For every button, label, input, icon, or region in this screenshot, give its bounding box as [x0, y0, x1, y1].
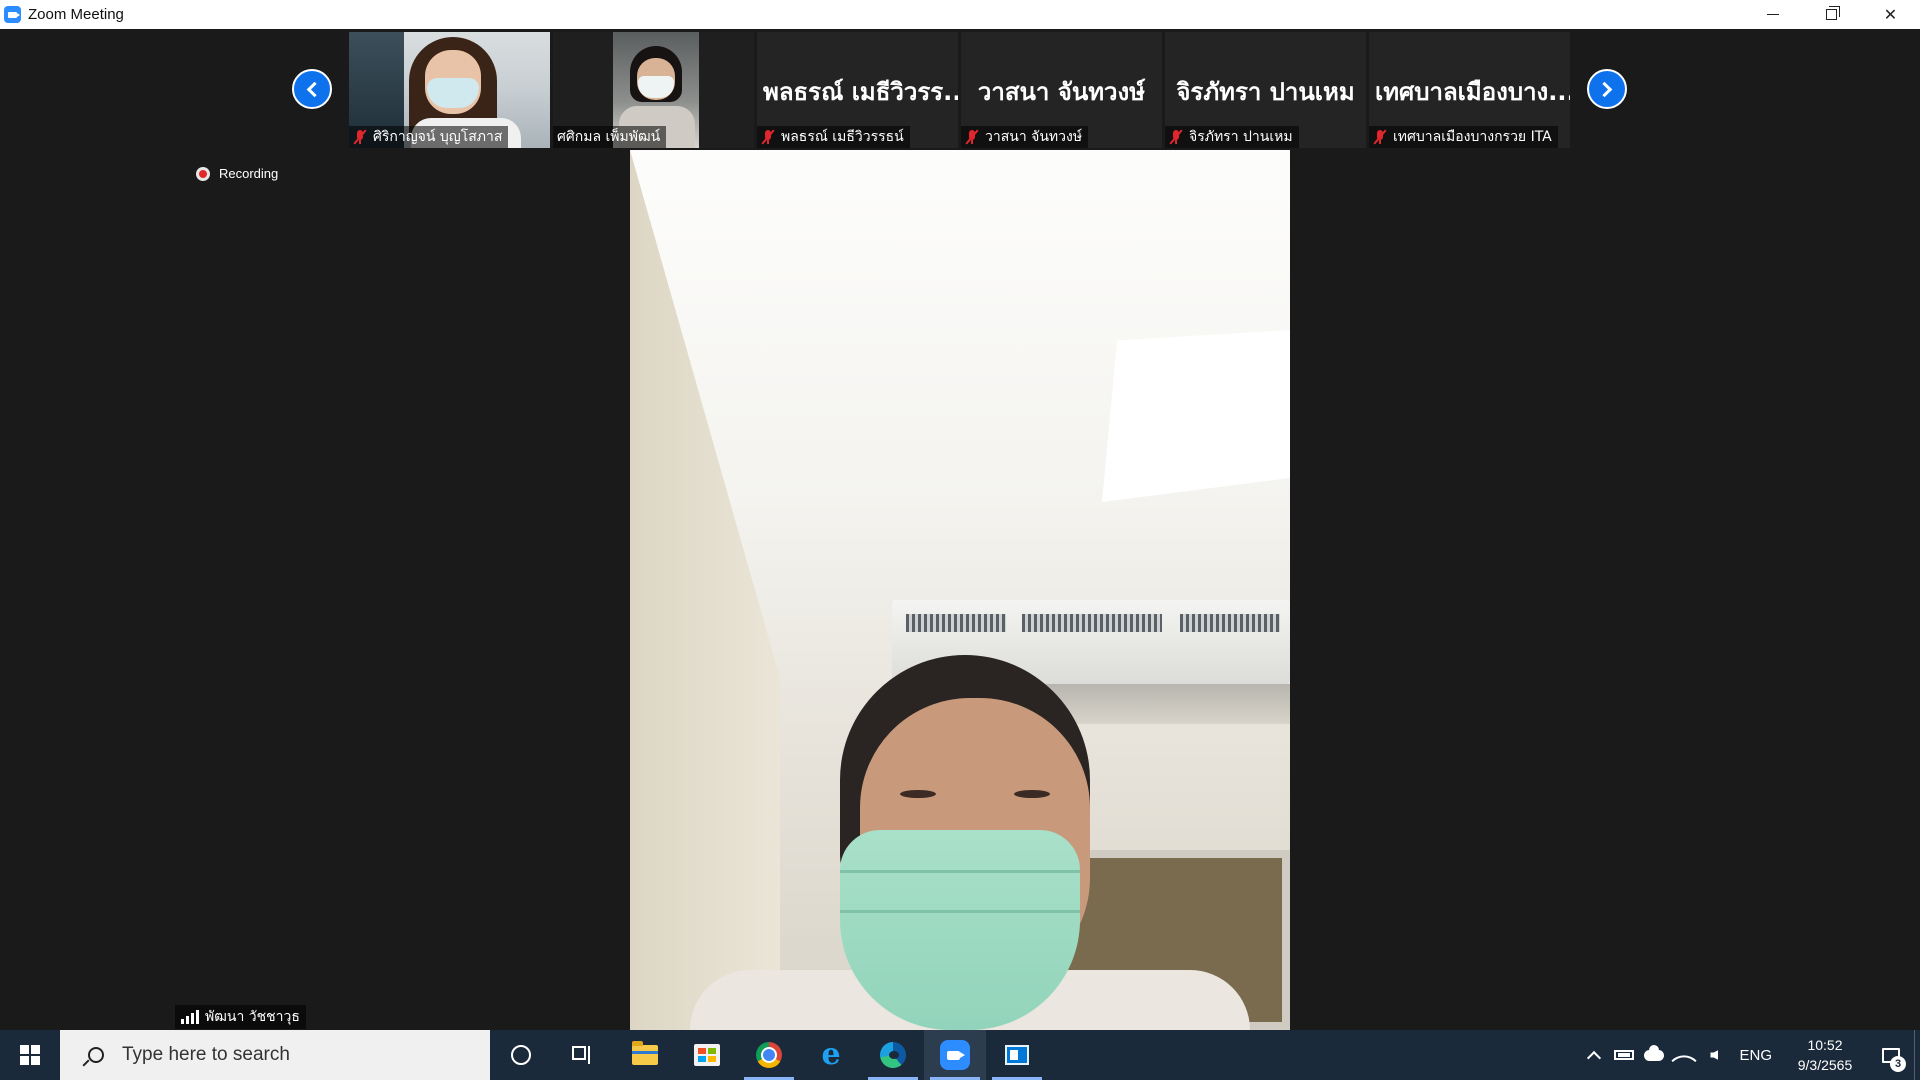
participant-name: เทศบาลเมืองบางกรวย ITA: [1393, 129, 1552, 145]
edge-icon: [880, 1042, 906, 1068]
title-bar: Zoom Meeting ✕: [0, 0, 1920, 29]
minimize-button[interactable]: [1743, 0, 1802, 29]
gallery-next-button[interactable]: [1587, 69, 1627, 109]
participant-display-name: พลธรณ์ เมธีวิวรร...: [763, 78, 958, 106]
chevron-right-icon: [1596, 81, 1613, 97]
chrome-button[interactable]: [738, 1030, 800, 1080]
participant-name: พลธรณ์ เมธีวิวรรธน์: [781, 129, 904, 145]
action-center-button[interactable]: 3: [1868, 1030, 1914, 1080]
meeting-area: ศิริกาญจน์ บุญโสภาส ศศิกมล เพ็มพัฒน์ พลธ…: [0, 29, 1920, 1030]
window-app-button[interactable]: [986, 1030, 1048, 1080]
zoom-taskbar-button[interactable]: [924, 1030, 986, 1080]
search-placeholder: Type here to search: [122, 1044, 290, 1065]
restore-button[interactable]: [1802, 0, 1861, 29]
start-button[interactable]: [0, 1030, 60, 1080]
participant-nametag: วาสนา จันทวงษ์: [961, 126, 1089, 148]
participant-strip: ศิริกาญจน์ บุญโสภาส ศศิกมล เพ็มพัฒน์ พลธ…: [349, 32, 1570, 148]
active-speaker-nametag: พัฒนา วัชชาวุธ: [175, 1005, 306, 1029]
participant-nametag: จิรภัทรา ปานเหม: [1165, 126, 1299, 148]
chevron-left-icon: [306, 81, 323, 97]
mic-muted-icon: [1373, 129, 1387, 145]
microsoft-store-button[interactable]: [676, 1030, 738, 1080]
mic-muted-icon: [1169, 129, 1183, 145]
taskbar: Type here to search e ENG 10:52 9/3/2565…: [0, 1030, 1920, 1080]
chevron-up-icon: [1587, 1050, 1602, 1065]
mic-muted-icon: [965, 129, 979, 145]
minimize-icon: [1766, 14, 1779, 15]
participant-tile[interactable]: พลธรณ์ เมธีวิวรร... พลธรณ์ เมธีวิวรรธน์: [757, 32, 958, 148]
clock-time: 10:52: [1807, 1037, 1843, 1053]
search-icon: [88, 1047, 104, 1063]
cortana-button[interactable]: [490, 1030, 552, 1080]
onedrive-button[interactable]: [1639, 1030, 1669, 1080]
active-speaker-video[interactable]: [630, 150, 1290, 1030]
gallery-prev-button[interactable]: [292, 69, 332, 109]
file-explorer-button[interactable]: [614, 1030, 676, 1080]
clock[interactable]: 10:52 9/3/2565: [1782, 1035, 1868, 1075]
task-view-button[interactable]: [552, 1030, 614, 1080]
participant-name: ศิริกาญจน์ บุญโสภาส: [373, 129, 503, 145]
participant-nametag: พลธรณ์ เมธีวิวรรธน์: [757, 126, 910, 148]
system-tray: ENG 10:52 9/3/2565 3: [1579, 1030, 1920, 1080]
show-hidden-icons-button[interactable]: [1579, 1030, 1609, 1080]
participant-nametag: ศศิกมล เพ็มพัฒน์: [553, 126, 667, 148]
restore-icon: [1826, 6, 1840, 20]
battery-button[interactable]: [1609, 1030, 1639, 1080]
participant-display-name: จิรภัทรา ปานเหม: [1176, 78, 1355, 106]
wifi-icon: [1671, 1047, 1698, 1074]
close-icon: ✕: [1883, 6, 1898, 24]
mic-muted-icon: [353, 129, 367, 145]
close-button[interactable]: ✕: [1861, 0, 1920, 29]
participant-tile[interactable]: เทศบาลเมืองบาง... เทศบาลเมืองบางกรวย ITA: [1369, 32, 1570, 148]
connection-signal-icon: [181, 1010, 199, 1024]
zoom-app-icon: [4, 6, 21, 23]
cloud-icon: [1644, 1044, 1665, 1061]
mic-muted-icon: [761, 129, 775, 145]
participant-tile[interactable]: ศิริกาญจน์ บุญโสภาส: [349, 32, 550, 148]
participant-tile[interactable]: ศศิกมล เพ็มพัฒน์: [553, 32, 754, 148]
window-title: Zoom Meeting: [28, 6, 124, 23]
participant-name: วาสนา จันทวงษ์: [985, 129, 1083, 145]
store-icon: [694, 1044, 720, 1066]
notification-badge: 3: [1890, 1056, 1906, 1072]
windows-logo-icon: [20, 1045, 40, 1065]
volume-button[interactable]: [1699, 1030, 1729, 1080]
show-desktop-button[interactable]: [1914, 1030, 1920, 1080]
speaker-icon: [1710, 1050, 1719, 1060]
participant-display-name: เทศบาลเมืองบาง...: [1375, 78, 1570, 106]
input-language[interactable]: ENG: [1739, 1047, 1772, 1064]
battery-icon: [1614, 1050, 1635, 1060]
internet-explorer-icon: e: [821, 1037, 841, 1072]
zoom-icon: [940, 1040, 970, 1070]
internet-explorer-button[interactable]: e: [800, 1030, 862, 1080]
participant-tile[interactable]: จิรภัทรา ปานเหม จิรภัทรา ปานเหม: [1165, 32, 1366, 148]
participant-name: จิรภัทรา ปานเหม: [1189, 129, 1293, 145]
recording-indicator[interactable]: Recording: [196, 166, 278, 181]
recording-icon: [196, 166, 210, 181]
participant-nametag: เทศบาลเมืองบางกรวย ITA: [1369, 126, 1558, 148]
task-view-icon: [572, 1046, 594, 1064]
recording-label: Recording: [219, 166, 279, 181]
participant-display-name: วาสนา จันทวงษ์: [977, 78, 1146, 106]
active-speaker-name: พัฒนา วัชชาวุธ: [205, 1009, 300, 1025]
participant-name: ศศิกมล เพ็มพัฒน์: [557, 129, 661, 145]
taskbar-search-box[interactable]: Type here to search: [60, 1030, 490, 1080]
network-button[interactable]: [1669, 1030, 1699, 1080]
cortana-icon: [511, 1045, 531, 1065]
clock-date: 9/3/2565: [1797, 1057, 1853, 1073]
chrome-icon: [756, 1042, 782, 1068]
window-controls: ✕: [1743, 0, 1920, 29]
folder-icon: [632, 1041, 658, 1065]
edge-button[interactable]: [862, 1030, 924, 1080]
app-window-icon: [1005, 1045, 1029, 1065]
participant-tile[interactable]: วาสนา จันทวงษ์ วาสนา จันทวงษ์: [961, 32, 1162, 148]
participant-nametag: ศิริกาญจน์ บุญโสภาส: [349, 126, 509, 148]
